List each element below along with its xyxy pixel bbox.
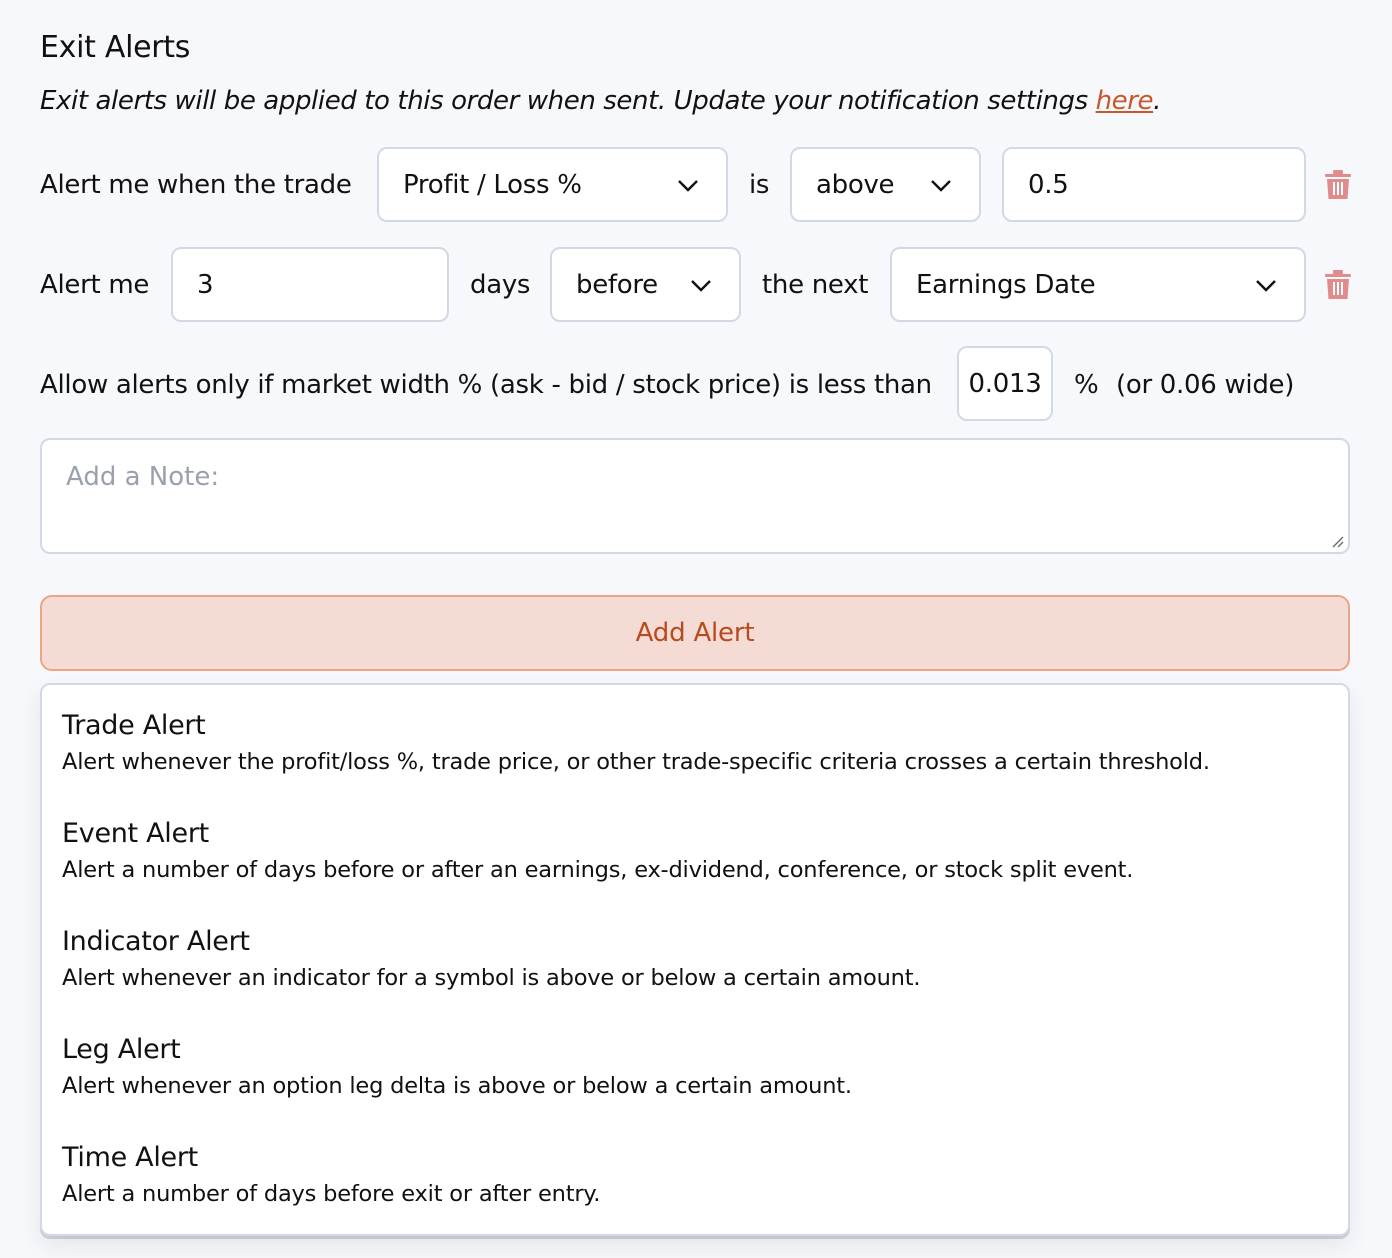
menu-item-time-alert[interactable]: Time Alert Alert a number of days before… [62,1141,600,1209]
market-width-value: 0.013 [968,368,1042,399]
chevron-down-icon [678,179,698,192]
chevron-down-icon [691,279,711,292]
threshold-input[interactable]: 0.5 [1002,147,1306,222]
market-width-note: (or 0.06 wide) [1116,370,1295,400]
menu-item-title: Trade Alert [62,710,206,741]
menu-item-description: Alert a number of days before exit or af… [62,1181,601,1207]
note-placeholder: Add a Note: [66,462,220,492]
menu-item-description: Alert whenever the profit/loss %, trade … [62,749,1210,775]
event-value: Earnings Date [916,269,1096,300]
menu-item-indicator-alert[interactable]: Indicator Alert Alert whenever an indica… [62,925,920,993]
event-alert-prefix: Alert me [40,270,150,300]
subtitle-end: . [1153,86,1162,116]
menu-item-title: Time Alert [62,1142,198,1173]
the-next-label: the next [762,270,869,300]
trade-field-value: Profit / Loss % [403,169,582,200]
menu-item-trade-alert[interactable]: Trade Alert Alert whenever the profit/lo… [62,709,1210,777]
percent-unit: % [1074,370,1099,400]
timing-value: before [576,269,658,300]
section-subtitle: Exit alerts will be applied to this orde… [40,86,1161,116]
comparison-select[interactable]: above [790,147,981,222]
notification-settings-link[interactable]: here [1096,86,1154,116]
alert-type-menu: Trade Alert Alert whenever the profit/lo… [40,683,1350,1236]
comparison-value: above [816,169,895,200]
is-label: is [749,170,770,200]
days-value: 3 [197,269,214,300]
timing-select[interactable]: before [550,247,741,322]
chevron-down-icon [931,179,951,192]
trade-field-select[interactable]: Profit / Loss % [377,147,728,222]
resize-handle-icon[interactable] [1330,534,1344,548]
event-select[interactable]: Earnings Date [890,247,1306,322]
menu-item-description: Alert a number of days before or after a… [62,857,1134,883]
trade-alert-prefix: Alert me when the trade [40,170,352,200]
trash-icon[interactable] [1325,170,1351,200]
days-label: days [470,270,531,300]
menu-item-title: Leg Alert [62,1034,181,1065]
menu-item-description: Alert whenever an indicator for a symbol… [62,965,921,991]
subtitle-text: Exit alerts will be applied to this orde… [40,86,1096,116]
note-textarea[interactable]: Add a Note: [40,438,1350,554]
trash-icon[interactable] [1325,270,1351,300]
days-input[interactable]: 3 [171,247,449,322]
threshold-value: 0.5 [1028,169,1069,200]
market-width-label: Allow alerts only if market width % (ask… [40,370,932,400]
menu-item-title: Indicator Alert [62,926,250,957]
menu-item-event-alert[interactable]: Event Alert Alert a number of days befor… [62,817,1133,885]
market-width-input[interactable]: 0.013 [957,346,1053,421]
menu-item-title: Event Alert [62,818,209,849]
add-alert-button[interactable]: Add Alert [40,595,1350,671]
menu-item-description: Alert whenever an option leg delta is ab… [62,1073,852,1099]
menu-item-leg-alert[interactable]: Leg Alert Alert whenever an option leg d… [62,1033,852,1101]
chevron-down-icon [1256,279,1276,292]
section-title: Exit Alerts [40,30,191,65]
